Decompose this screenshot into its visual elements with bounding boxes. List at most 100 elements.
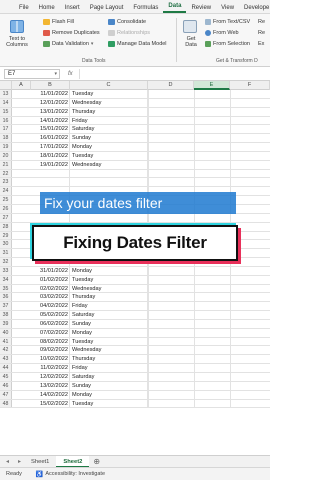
day-cell[interactable]: Monday <box>70 328 148 337</box>
row-header[interactable]: 20 <box>0 151 12 160</box>
tab-review[interactable]: Review <box>186 5 216 13</box>
accessibility-status[interactable]: Accessibility: Investigate <box>45 471 105 477</box>
row-header[interactable]: 32 <box>0 258 12 266</box>
tab-develope[interactable]: Develope <box>239 5 274 13</box>
date-cell[interactable]: 07/02/2022 <box>31 328 70 337</box>
row-header[interactable]: 30 <box>0 240 12 249</box>
date-cell[interactable]: 31/01/2022 <box>31 266 70 275</box>
from-selection-button[interactable]: From Selection <box>205 41 250 47</box>
data-validation-button[interactable]: Data Validation ▾ <box>43 41 93 47</box>
row-header[interactable]: 21 <box>0 160 12 169</box>
tab-view[interactable]: View <box>216 5 239 13</box>
row-header[interactable]: 47 <box>0 390 12 399</box>
day-cell[interactable]: Wednesday <box>70 346 148 355</box>
tab-formulas[interactable]: Formulas <box>128 5 163 13</box>
day-cell[interactable]: Monday <box>70 266 148 275</box>
day-cell[interactable]: Sunday <box>70 381 148 390</box>
date-cell[interactable]: 17/01/2022 <box>31 143 70 151</box>
day-cell[interactable]: Friday <box>70 116 148 125</box>
date-cell[interactable]: 08/02/2022 <box>31 337 70 346</box>
date-cell[interactable]: 02/02/2022 <box>31 284 70 293</box>
date-cell[interactable]: 03/02/2022 <box>31 293 70 302</box>
tab-page-layout[interactable]: Page Layout <box>85 5 129 13</box>
day-cell[interactable]: Thursday <box>70 107 148 116</box>
row-header[interactable]: 22 <box>0 169 12 178</box>
relationships-button[interactable]: Relationships <box>108 30 150 36</box>
day-cell[interactable] <box>70 178 148 187</box>
day-cell[interactable]: Wednesday <box>70 284 148 293</box>
date-cell[interactable]: 14/01/2022 <box>31 116 70 125</box>
worksheet-grid[interactable]: ABCDEF 13 11/01/2022 Tuesday 14 12/01/2022 We… <box>0 81 270 455</box>
remove-duplicates-button[interactable]: Remove Duplicates <box>43 30 100 36</box>
row-header[interactable]: 19 <box>0 143 12 151</box>
column-header-f[interactable]: F <box>230 81 270 90</box>
row-header[interactable]: 46 <box>0 381 12 390</box>
date-cell[interactable]: 05/02/2022 <box>31 311 70 319</box>
row-header[interactable]: 15 <box>0 107 12 116</box>
row-header[interactable]: 17 <box>0 125 12 134</box>
fx-icon[interactable]: fx <box>68 71 73 77</box>
row-header[interactable]: 37 <box>0 302 12 311</box>
tab-file[interactable]: File <box>14 5 34 13</box>
day-cell[interactable]: Wednesday <box>70 160 148 169</box>
prev-sheet-icon[interactable]: ◂ <box>6 458 12 465</box>
sheet-tab-1[interactable]: Sheet1 <box>24 456 56 468</box>
date-cell[interactable]: 12/01/2022 <box>31 98 70 107</box>
date-cell[interactable]: 09/02/2022 <box>31 346 70 355</box>
date-cell[interactable]: 19/01/2022 <box>31 160 70 169</box>
row-header[interactable]: 24 <box>0 187 12 196</box>
row-header[interactable]: 28 <box>0 222 12 231</box>
day-cell[interactable]: Tuesday <box>70 90 148 98</box>
date-cell[interactable]: 11/01/2022 <box>31 90 70 98</box>
date-cell[interactable] <box>31 213 70 222</box>
column-header-c[interactable]: C <box>70 81 148 90</box>
date-cell[interactable]: 13/02/2022 <box>31 381 70 390</box>
day-cell[interactable]: Friday <box>70 364 148 372</box>
day-cell[interactable]: Tuesday <box>70 275 148 284</box>
date-cell[interactable] <box>31 169 70 178</box>
date-cell[interactable]: 16/01/2022 <box>31 134 70 143</box>
column-header-a[interactable]: A <box>12 81 31 90</box>
date-cell[interactable]: 13/01/2022 <box>31 107 70 116</box>
row-header[interactable]: 43 <box>0 355 12 364</box>
row-header[interactable]: 40 <box>0 328 12 337</box>
date-cell[interactable]: 14/02/2022 <box>31 390 70 399</box>
existing-connections-button[interactable]: Re <box>258 30 265 36</box>
row-header[interactable]: 41 <box>0 337 12 346</box>
row-header[interactable]: 45 <box>0 373 12 381</box>
recent-sources-button[interactable]: Re <box>258 19 265 25</box>
row-header[interactable]: 42 <box>0 346 12 355</box>
row-header[interactable]: 39 <box>0 319 12 328</box>
date-cell[interactable]: 04/02/2022 <box>31 302 70 311</box>
day-cell[interactable]: Thursday <box>70 293 148 302</box>
row-header[interactable]: 48 <box>0 399 12 408</box>
ribbon-overflow-item[interactable]: Ex <box>258 41 264 47</box>
row-header[interactable]: 35 <box>0 284 12 293</box>
from-text-csv-button[interactable]: From Text/CSV <box>205 19 250 25</box>
day-cell[interactable]: Tuesday <box>70 151 148 160</box>
row-header[interactable]: 31 <box>0 249 12 258</box>
date-cell[interactable]: 12/02/2022 <box>31 373 70 381</box>
row-header[interactable]: 23 <box>0 178 12 187</box>
add-sheet-icon[interactable]: ⊕ <box>93 457 100 466</box>
row-header[interactable]: 29 <box>0 231 12 240</box>
name-box[interactable]: E7 ▾ <box>4 68 60 79</box>
day-cell[interactable]: Wednesday <box>70 98 148 107</box>
row-header[interactable]: 38 <box>0 311 12 319</box>
row-header[interactable]: 18 <box>0 134 12 143</box>
date-cell[interactable]: 11/02/2022 <box>31 364 70 372</box>
column-header-d[interactable]: D <box>148 81 194 90</box>
get-data-button[interactable]: Get Data <box>182 36 200 48</box>
from-web-button[interactable]: From Web <box>205 30 239 36</box>
day-cell[interactable]: Tuesday <box>70 337 148 346</box>
day-cell[interactable]: Sunday <box>70 134 148 143</box>
tab-data[interactable]: Data <box>163 3 187 13</box>
date-cell[interactable] <box>31 178 70 187</box>
select-all-corner[interactable] <box>0 81 12 90</box>
flash-fill-button[interactable]: Flash Fill <box>43 19 74 25</box>
manage-data-model-button[interactable]: Manage Data Model <box>108 41 167 47</box>
day-cell[interactable]: Thursday <box>70 355 148 364</box>
row-header[interactable]: 36 <box>0 293 12 302</box>
day-cell[interactable]: Tuesday <box>70 399 148 408</box>
date-cell[interactable]: 15/01/2022 <box>31 125 70 134</box>
